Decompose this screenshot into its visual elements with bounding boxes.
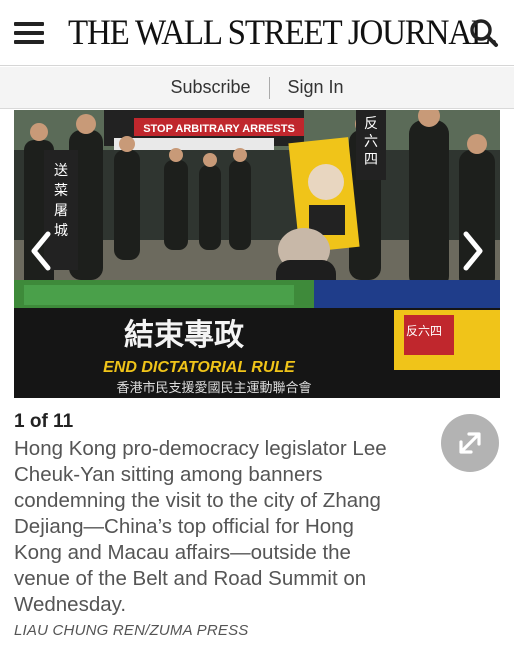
masthead-logo[interactable]: THE WALL STREET JOURNAL.	[68, 11, 498, 54]
chevron-right-icon[interactable]	[456, 226, 490, 276]
banner-org-text: 香港市民支援愛國民主運動聯合會	[116, 380, 311, 396]
banner-top-text: STOP ARBITRARY ARRESTS	[143, 123, 295, 135]
slideshow-photo[interactable]: STOP ARBITRARY ARRESTS 送菜屠城 反六四 結束專政 END…	[14, 110, 500, 398]
banner-chinese-text: 結束專政	[124, 318, 244, 353]
subscribe-link[interactable]: Subscribe	[152, 77, 268, 98]
banner-english-text: END DICTATORIAL RULE	[103, 359, 296, 376]
search-icon[interactable]	[468, 17, 500, 49]
hamburger-menu-icon[interactable]	[14, 20, 46, 46]
right-sign-text: 反六四	[364, 116, 378, 168]
photo-credit: LIAU CHUNG REN/ZUMA PRESS	[14, 622, 249, 639]
slide-counter: 1 of 11	[14, 411, 74, 432]
side-sign-text: 反六四	[406, 324, 442, 338]
chevron-left-icon[interactable]	[24, 226, 58, 276]
top-bar: THE WALL STREET JOURNAL.	[0, 0, 514, 66]
account-bar: Subscribe Sign In	[0, 67, 514, 109]
protest-photo: STOP ARBITRARY ARRESTS 送菜屠城 反六四 結束專政 END…	[14, 110, 500, 398]
sign-in-link[interactable]: Sign In	[270, 77, 362, 98]
photo-caption: Hong Kong pro-democracy legislator Lee C…	[14, 437, 387, 616]
expand-icon[interactable]	[441, 414, 499, 472]
